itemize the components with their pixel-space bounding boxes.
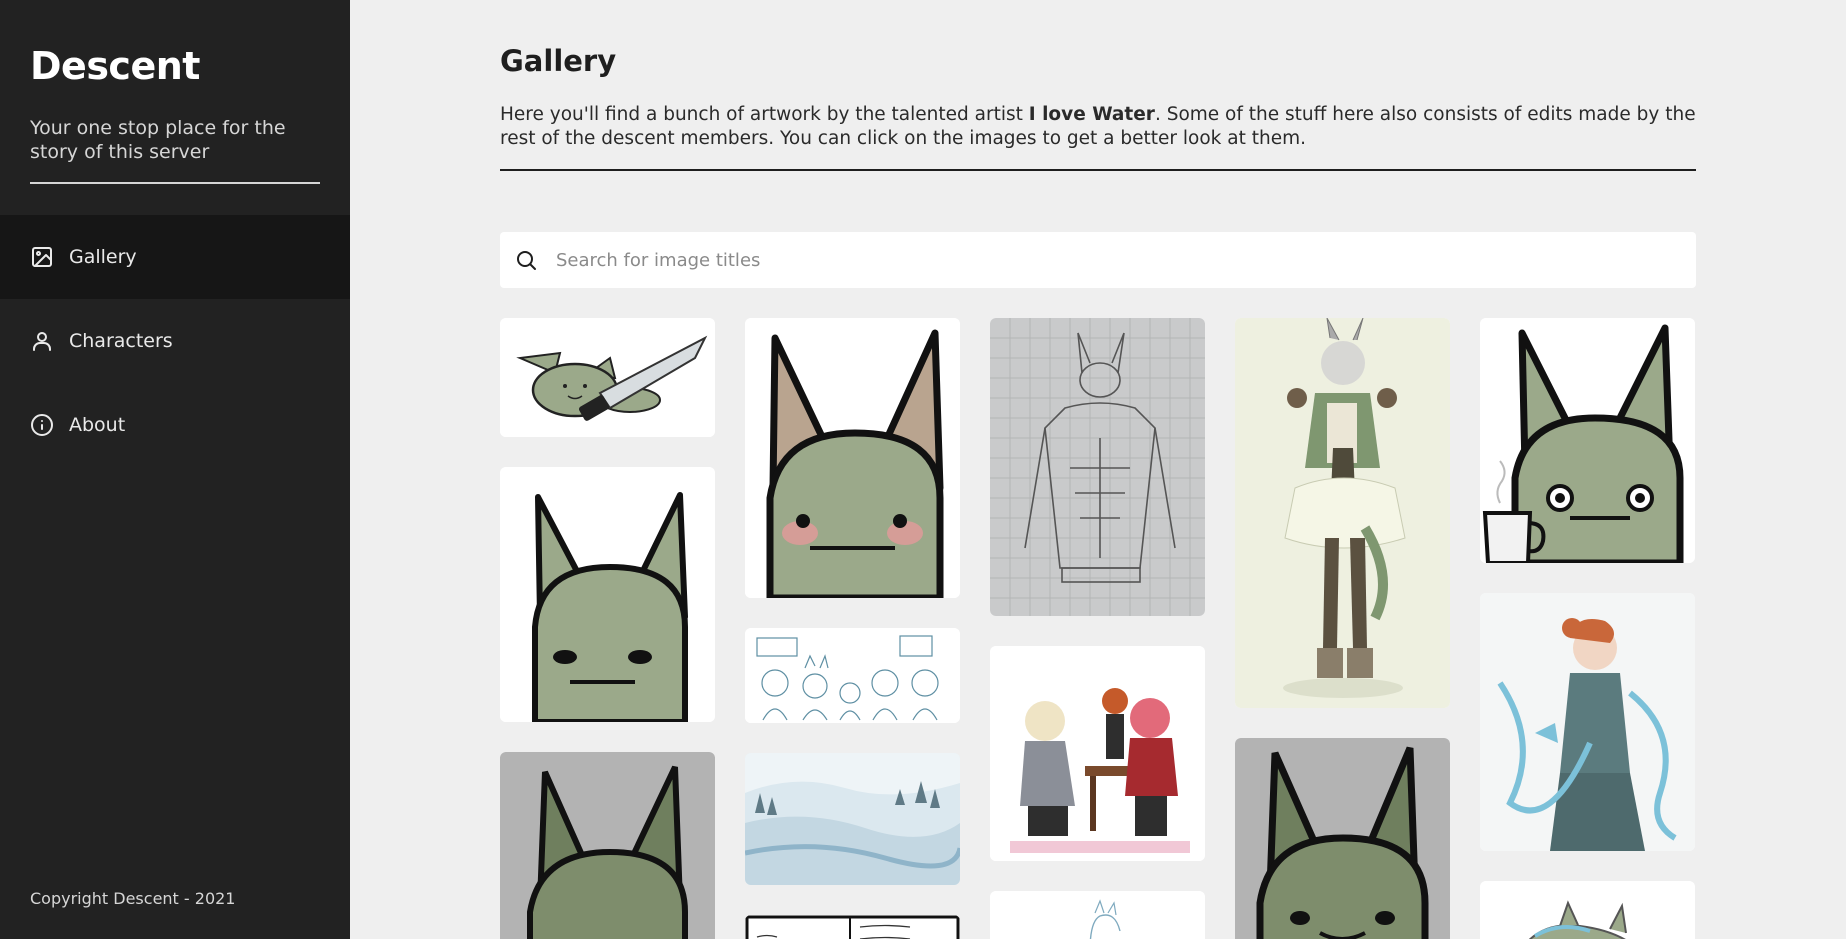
creature-blush-image[interactable] (745, 318, 960, 598)
sidebar-item-characters[interactable]: Characters (0, 299, 350, 383)
partial-image-2[interactable] (1480, 881, 1695, 939)
sidebar: Descent Your one stop place for the stor… (0, 0, 350, 939)
brand-title: Descent (30, 44, 200, 88)
partial-image[interactable] (990, 891, 1205, 939)
creature-face-image[interactable] (500, 467, 715, 722)
creature-with-knife-image[interactable] (500, 318, 715, 437)
brand-tagline: Your one stop place for the story of thi… (30, 117, 286, 163)
search-icon (514, 248, 538, 272)
creature-gray-image[interactable] (500, 752, 715, 939)
creature-gray-image[interactable] (1235, 738, 1450, 939)
sidebar-item-label: Gallery (69, 246, 137, 268)
title-divider (500, 169, 1696, 171)
sidebar-nav: Gallery Characters About (0, 215, 350, 467)
sketch-group-image[interactable] (745, 628, 960, 723)
page-title: Gallery (500, 44, 617, 78)
copyright-text: Copyright Descent - 2021 (30, 889, 236, 908)
brand-divider (30, 182, 320, 184)
ribbon-character-image[interactable] (1480, 593, 1695, 851)
intro-text: Here you'll find a bunch of artwork by t… (500, 103, 1700, 151)
info-icon (30, 413, 54, 437)
user-icon (30, 329, 54, 353)
intro-text-start: Here you'll find a bunch of artwork by t… (500, 104, 1029, 125)
comic-panel-image[interactable] (745, 915, 960, 939)
sidebar-item-label: Characters (69, 330, 173, 352)
armored-girl-image[interactable] (1235, 318, 1450, 708)
image-icon (30, 245, 54, 269)
creature-coffee-image[interactable] (1480, 318, 1695, 563)
pencil-sketch-image[interactable] (990, 318, 1205, 616)
artist-name: I love Water (1028, 104, 1155, 125)
main-content: Gallery Here you'll find a bunch of artw… (350, 0, 1846, 939)
sidebar-item-about[interactable]: About (0, 383, 350, 467)
sidebar-item-label: About (69, 414, 126, 436)
sidebar-item-gallery[interactable]: Gallery (0, 215, 350, 299)
snow-landscape-image[interactable] (745, 753, 960, 885)
search-bar (500, 232, 1696, 288)
search-input[interactable] (556, 249, 1676, 271)
school-girls-image[interactable] (990, 646, 1205, 861)
